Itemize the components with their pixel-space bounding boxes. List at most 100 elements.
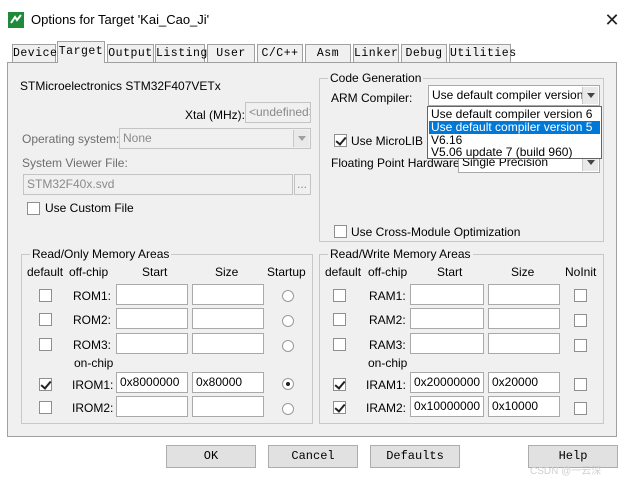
ro-header-offchip: off-chip [69,265,109,279]
cross-module-checkbox[interactable] [334,225,347,238]
iram1-start-input[interactable]: 0x20000000 [410,372,484,393]
rom2-label: ROM2: [73,313,112,327]
rom3-startup-radio[interactable] [282,340,294,352]
tab-target[interactable]: Target [57,41,105,63]
rom3-size-input[interactable] [192,333,264,354]
irom2-default-checkbox[interactable] [39,401,52,414]
arm-compiler-value: Use default compiler version 5 [432,88,594,102]
ram1-start-input[interactable] [410,284,484,305]
rom1-size-input[interactable] [192,284,264,305]
chevron-down-icon[interactable] [582,87,598,104]
iram2-default-checkbox[interactable] [333,401,346,414]
irom2-label: IROM2: [72,401,114,415]
rom2-startup-radio[interactable] [282,315,294,327]
rom2-size-input[interactable] [192,308,264,329]
rw-memory-title: Read/Write Memory Areas [328,247,473,261]
close-icon[interactable]: ✕ [600,8,624,32]
iram1-default-checkbox[interactable] [333,378,346,391]
ram2-label: RAM2: [369,313,406,327]
ram2-noinit-checkbox[interactable] [574,314,587,327]
ram1-noinit-checkbox[interactable] [574,289,587,302]
os-label: Operating system: [22,132,120,146]
ram3-start-input[interactable] [410,333,484,354]
rom2-start-input[interactable] [116,308,188,329]
tab-linker[interactable]: Linker [353,44,399,62]
ok-button[interactable]: OK [166,445,256,468]
tab-output[interactable]: Output [107,44,154,62]
irom1-size-input[interactable]: 0x80000 [192,372,264,393]
rom3-default-checkbox[interactable] [39,338,52,351]
ro-onchip-label: on-chip [74,356,114,370]
device-name: STMicroelectronics STM32F407VETx [20,79,221,93]
os-select[interactable]: None [119,128,311,149]
chevron-down-icon[interactable] [293,130,309,147]
rom1-label: ROM1: [73,289,112,303]
microlib-label: Use MicroLIB [351,134,424,148]
ram3-size-input[interactable] [488,333,560,354]
ram3-noinit-checkbox[interactable] [574,339,587,352]
arm-compiler-dropdown-list: Use default compiler version 6 Use defau… [427,106,602,159]
irom2-startup-radio[interactable] [282,403,294,415]
svd-label: System Viewer File: [22,156,128,170]
rom3-start-input[interactable] [116,333,188,354]
ram2-start-input[interactable] [410,308,484,329]
watermark: CSDN @一云深 [530,466,602,477]
arm-compiler-label: ARM Compiler: [331,91,413,105]
rom3-label: ROM3: [73,338,112,352]
rom1-startup-radio[interactable] [282,290,294,302]
ram2-default-checkbox[interactable] [333,313,346,326]
rw-header-start: Start [437,265,463,279]
rom2-default-checkbox[interactable] [39,313,52,326]
ram1-label: RAM1: [369,289,406,303]
xtal-input[interactable]: <undefined> [245,102,311,123]
tab-asm[interactable]: Asm [305,44,351,62]
ro-header-start: Start [142,265,168,279]
iram2-label: IRAM2: [366,401,407,415]
ram2-size-input[interactable] [488,308,560,329]
rw-header-default: default [325,265,362,279]
arm-compiler-select[interactable]: Use default compiler version 5 [428,85,600,106]
tab-user[interactable]: User [207,44,255,62]
rw-header-offchip: off-chip [368,265,408,279]
window-title: Options for Target 'Kai_Cao_Ji' [31,12,210,27]
irom1-label: IROM1: [72,378,114,392]
cross-module-label: Use Cross-Module Optimization [351,225,521,239]
iram1-size-input[interactable]: 0x20000 [488,372,560,393]
ram3-default-checkbox[interactable] [333,338,346,351]
ro-header-default: default [27,265,64,279]
iram1-label: IRAM1: [366,378,407,392]
ro-memory-title: Read/Only Memory Areas [30,247,172,261]
iram2-size-input[interactable]: 0x10000 [488,396,560,417]
irom2-size-input[interactable] [192,396,264,417]
compiler-option[interactable]: V5.06 update 7 (build 960) [429,146,600,159]
ro-header-size: Size [215,265,239,279]
title-bar: Options for Target 'Kai_Cao_Ji' ✕ [0,0,629,40]
rom1-default-checkbox[interactable] [39,289,52,302]
cancel-button[interactable]: Cancel [268,445,358,468]
custom-file-checkbox[interactable] [27,202,40,215]
svd-input[interactable]: STM32F40x.svd [23,174,293,195]
defaults-button[interactable]: Defaults [370,445,460,468]
rw-onchip-label: on-chip [368,356,408,370]
ro-header-startup: Startup [267,265,306,279]
rw-header-noinit: NoInit [565,265,597,279]
irom1-default-checkbox[interactable] [39,378,52,391]
iram2-start-input[interactable]: 0x10000000 [410,396,484,417]
tab-device[interactable]: Device [12,44,57,62]
tab-debug[interactable]: Debug [401,44,447,62]
irom2-start-input[interactable] [116,396,188,417]
rom1-start-input[interactable] [116,284,188,305]
tab-utilities[interactable]: Utilities [449,44,516,62]
keil-app-icon [8,12,24,28]
irom1-start-input[interactable]: 0x8000000 [116,372,188,393]
svd-browse-button[interactable]: ... [294,174,311,195]
irom1-startup-radio[interactable] [282,378,294,390]
tab-listing[interactable]: Listing [155,44,207,62]
tab-c-cpp[interactable]: C/C++ [257,44,303,62]
microlib-checkbox[interactable] [334,134,347,147]
ram1-default-checkbox[interactable] [333,289,346,302]
custom-file-label: Use Custom File [45,201,134,215]
ram1-size-input[interactable] [488,284,560,305]
iram1-noinit-checkbox[interactable] [574,378,587,391]
iram2-noinit-checkbox[interactable] [574,402,587,415]
